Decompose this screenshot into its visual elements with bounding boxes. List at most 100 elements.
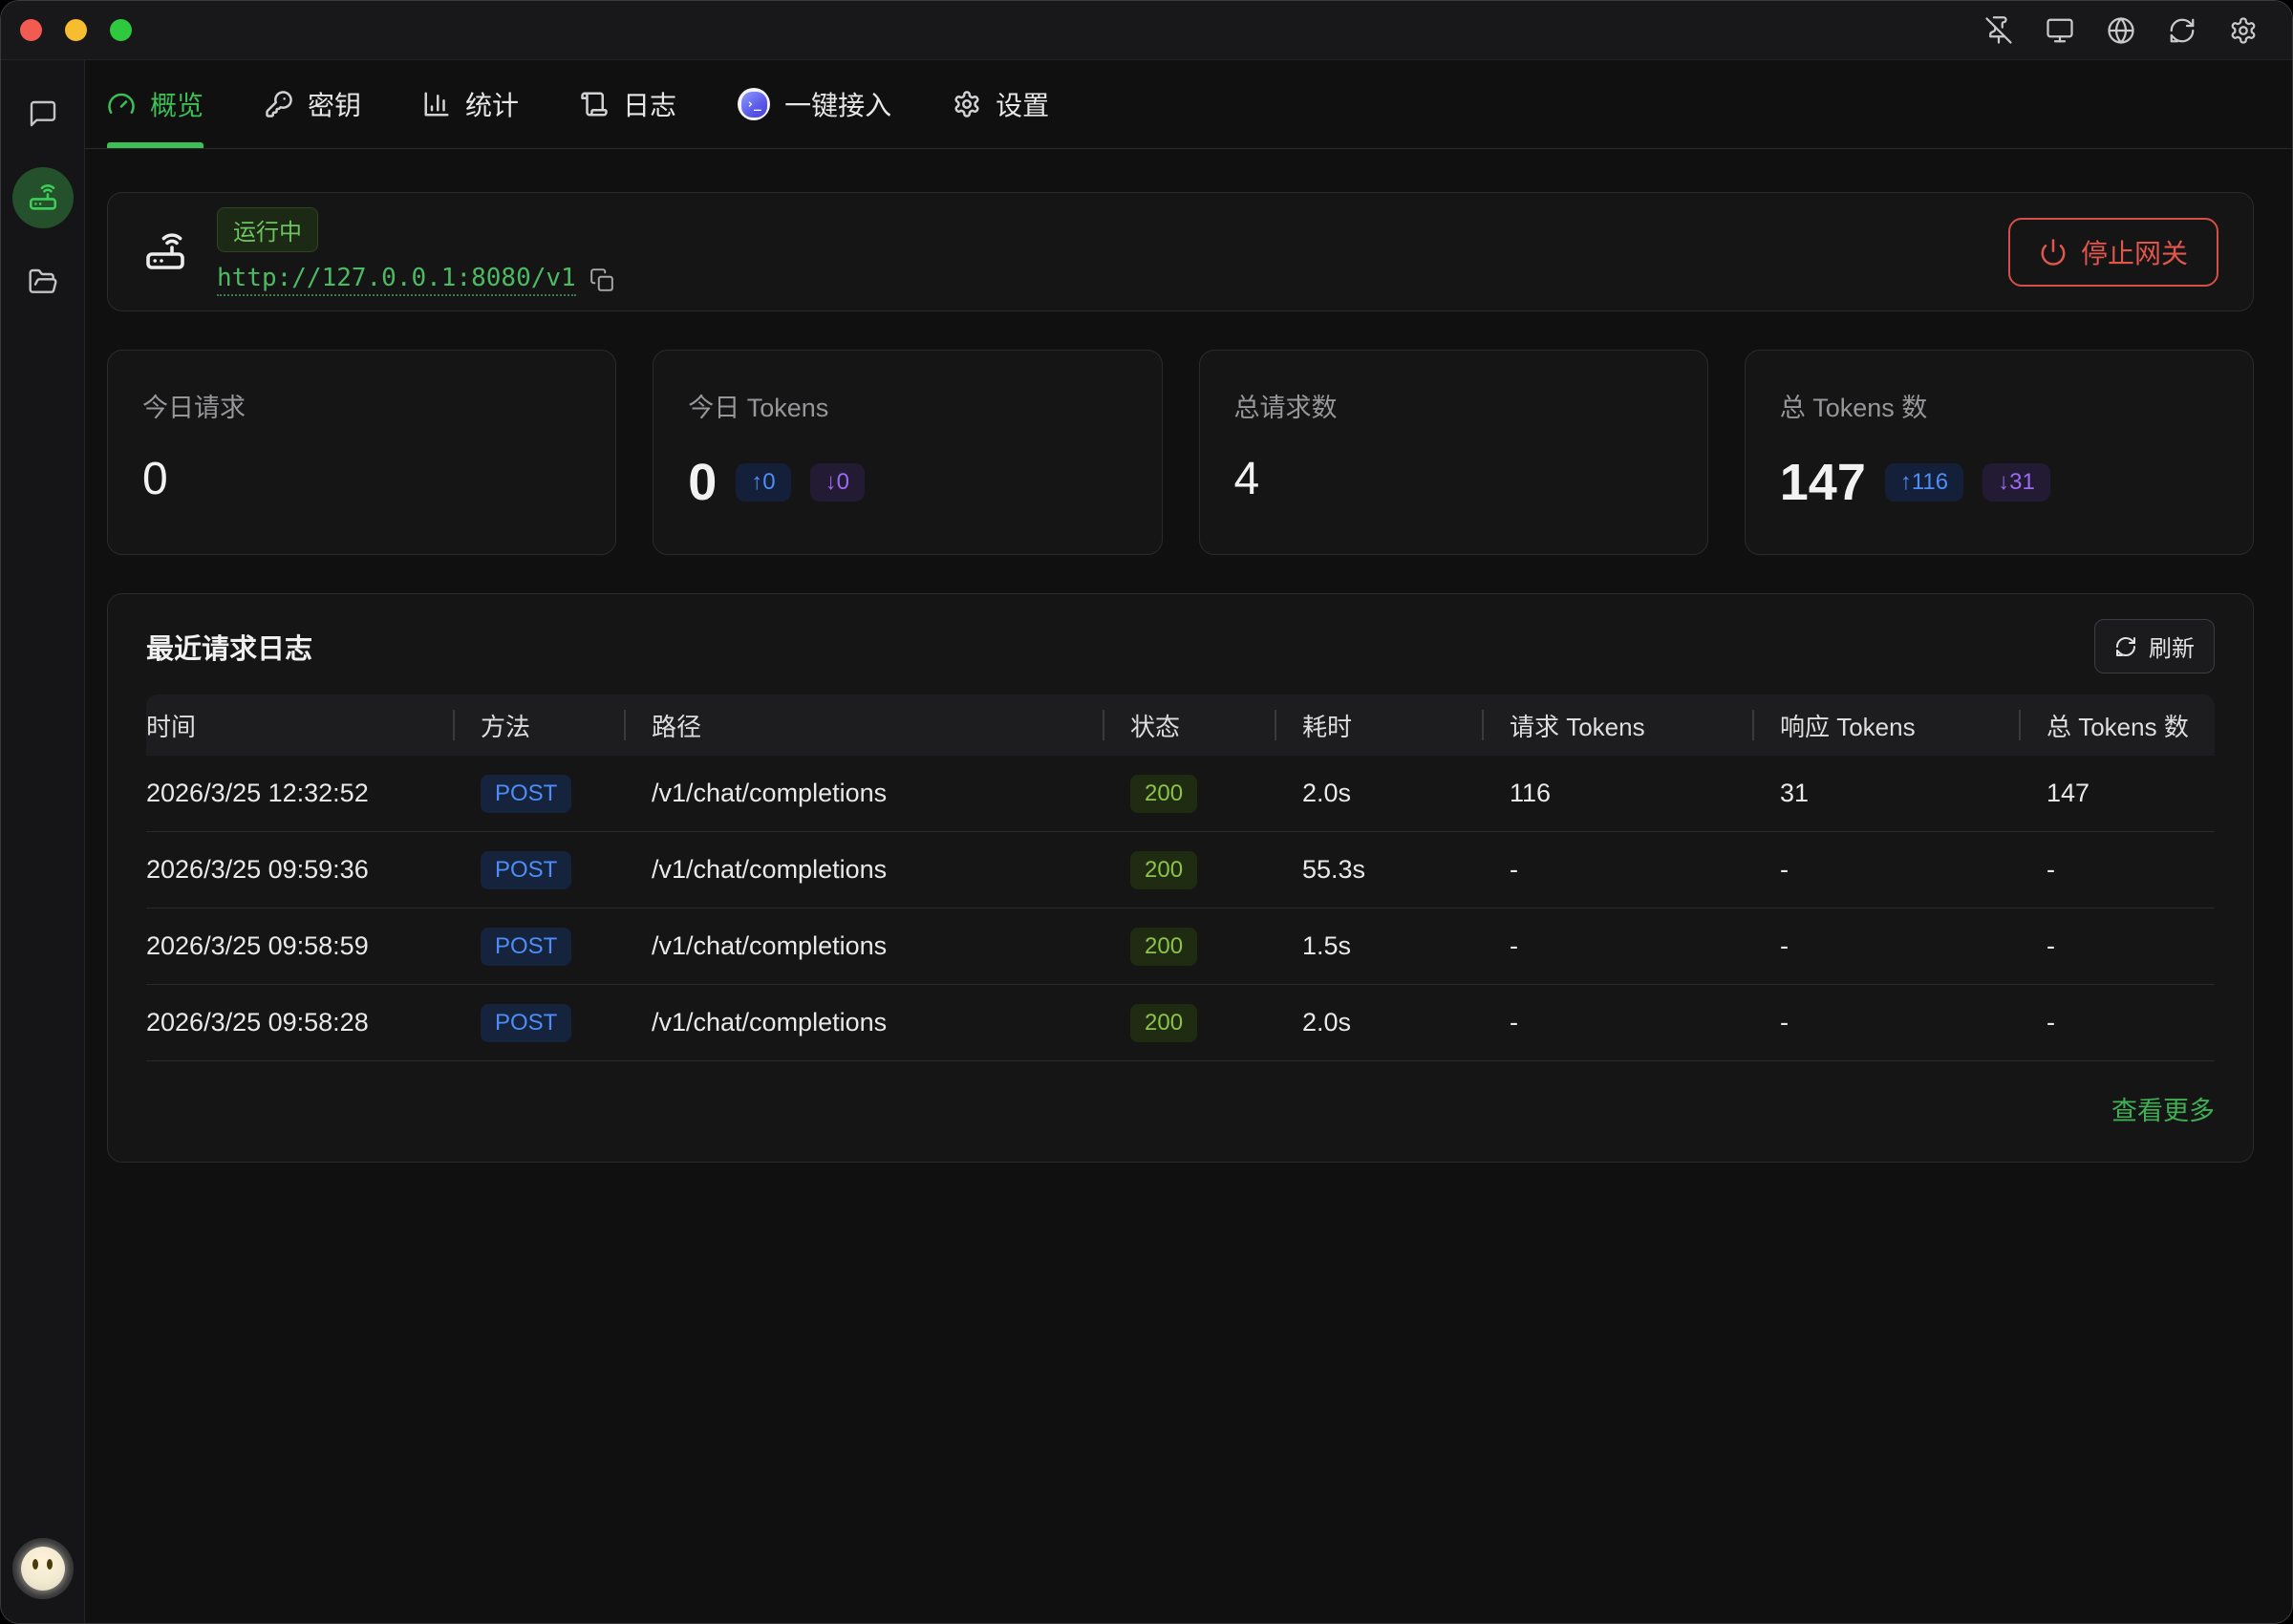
table-row[interactable]: 2026/3/25 12:32:52 POST /v1/chat/complet… xyxy=(146,756,2215,832)
cell-duration: 2.0s xyxy=(1275,1008,1483,1037)
stat-card-today-requests: 今日请求 0 xyxy=(107,350,616,555)
cell-time: 2026/3/25 09:58:28 xyxy=(146,1008,454,1037)
tab-keys-label: 密钥 xyxy=(308,85,361,123)
column-header-request-tokens: 请求 Tokens xyxy=(1483,694,1753,756)
method-badge: POST xyxy=(481,775,571,813)
table-row[interactable]: 2026/3/25 09:58:59 POST /v1/chat/complet… xyxy=(146,908,2215,985)
display-icon[interactable] xyxy=(2046,16,2074,45)
traffic-lights xyxy=(20,19,132,41)
stat-label: 总 Tokens 数 xyxy=(1780,387,2218,424)
cell-response-tokens: - xyxy=(1753,1008,2020,1037)
scroll-icon xyxy=(580,90,609,118)
sidebar xyxy=(1,60,85,1624)
tab-onboard[interactable]: ›_ 一键接入 xyxy=(738,60,891,148)
cell-time: 2026/3/25 09:58:59 xyxy=(146,931,454,961)
status-code-badge: 200 xyxy=(1130,775,1197,813)
stat-card-total-tokens: 总 Tokens 数 147 ↑116 ↓31 xyxy=(1745,350,2254,555)
status-code-badge: 200 xyxy=(1130,1004,1197,1042)
tab-keys[interactable]: 密钥 xyxy=(265,60,361,148)
user-avatar[interactable] xyxy=(12,1538,74,1599)
refresh-icon[interactable] xyxy=(2168,16,2197,45)
tab-overview-label: 概览 xyxy=(150,85,204,123)
column-header-method: 方法 xyxy=(454,694,625,756)
cell-response-tokens: - xyxy=(1753,855,2020,885)
stat-label: 总请求数 xyxy=(1234,387,1673,424)
tokens-down-badge: ↓0 xyxy=(810,463,865,502)
cell-path: /v1/chat/completions xyxy=(625,779,1104,808)
stop-gateway-label: 停止网关 xyxy=(2081,233,2188,271)
column-header-path: 路径 xyxy=(625,694,1104,756)
router-icon xyxy=(142,229,188,275)
pin-off-icon[interactable] xyxy=(1984,16,2013,45)
cell-path: /v1/chat/completions xyxy=(625,1008,1104,1037)
method-badge: POST xyxy=(481,851,571,889)
tokens-up-badge: ↑0 xyxy=(736,463,790,502)
logs-table: 时间 方法 路径 状态 耗时 请求 Tokens 响应 Tokens 总 Tok… xyxy=(146,694,2215,1061)
minimize-window-button[interactable] xyxy=(65,19,87,41)
cell-request-tokens: - xyxy=(1483,1008,1753,1037)
refresh-button[interactable]: 刷新 xyxy=(2094,619,2215,673)
stat-label: 今日请求 xyxy=(142,387,581,424)
cell-time: 2026/3/25 09:59:36 xyxy=(146,855,454,885)
stop-gateway-button[interactable]: 停止网关 xyxy=(2008,218,2218,287)
cell-response-tokens: 31 xyxy=(1753,779,2020,808)
tab-settings[interactable]: 设置 xyxy=(953,60,1049,148)
method-badge: POST xyxy=(481,928,571,966)
gauge-icon xyxy=(107,90,136,118)
method-badge: POST xyxy=(481,1004,571,1042)
view-more-link[interactable]: 查看更多 xyxy=(2111,1090,2215,1127)
table-row[interactable]: 2026/3/25 09:58:28 POST /v1/chat/complet… xyxy=(146,985,2215,1061)
cell-request-tokens: 116 xyxy=(1483,779,1753,808)
tab-onboard-label: 一键接入 xyxy=(784,85,891,123)
folder-open-icon[interactable] xyxy=(28,267,58,297)
stat-card-total-requests: 总请求数 4 xyxy=(1199,350,1708,555)
table-row[interactable]: 2026/3/25 09:59:36 POST /v1/chat/complet… xyxy=(146,832,2215,908)
cell-request-tokens: - xyxy=(1483,855,1753,885)
cell-path: /v1/chat/completions xyxy=(625,931,1104,961)
stat-value: 4 xyxy=(1234,457,1260,502)
status-code-badge: 200 xyxy=(1130,851,1197,889)
tab-bar: 概览 密钥 统计 日志 xyxy=(85,60,2292,149)
cell-duration: 55.3s xyxy=(1275,855,1483,885)
gateway-url-link[interactable]: http://127.0.0.1:8080/v1 xyxy=(217,264,576,296)
logs-title: 最近请求日志 xyxy=(146,627,312,667)
cell-duration: 2.0s xyxy=(1275,779,1483,808)
column-header-total-tokens: 总 Tokens 数 xyxy=(2020,694,2215,756)
stat-label: 今日 Tokens xyxy=(688,387,1126,424)
tab-settings-label: 设置 xyxy=(996,85,1049,123)
column-header-response-tokens: 响应 Tokens xyxy=(1753,694,2020,756)
stats-grid: 今日请求 0 今日 Tokens 0 ↑0 ↓0 xyxy=(107,350,2254,555)
close-window-button[interactable] xyxy=(20,19,42,41)
tokens-down-badge: ↓31 xyxy=(1982,463,2050,502)
cell-request-tokens: - xyxy=(1483,931,1753,961)
cell-total-tokens: 147 xyxy=(2020,779,2215,808)
column-header-status: 状态 xyxy=(1104,694,1275,756)
power-icon xyxy=(2039,238,2068,267)
gear-icon[interactable] xyxy=(2229,16,2258,45)
tab-logs-label: 日志 xyxy=(623,85,676,123)
cell-time: 2026/3/25 12:32:52 xyxy=(146,779,454,808)
sidebar-item-gateway-active[interactable] xyxy=(12,167,74,228)
bar-chart-icon xyxy=(422,90,451,118)
gear-icon xyxy=(953,90,981,118)
cell-response-tokens: - xyxy=(1753,931,2020,961)
tab-logs[interactable]: 日志 xyxy=(580,60,676,148)
zoom-window-button[interactable] xyxy=(110,19,132,41)
app-window: 概览 密钥 统计 日志 xyxy=(0,0,2293,1624)
terminal-logo-icon: ›_ xyxy=(738,88,770,120)
key-icon xyxy=(265,90,293,118)
tab-overview[interactable]: 概览 xyxy=(107,60,204,148)
stat-value: 0 xyxy=(142,457,168,502)
router-icon xyxy=(27,182,59,214)
stat-value: 0 xyxy=(688,457,717,508)
chat-bubble-icon[interactable] xyxy=(28,98,58,129)
status-code-badge: 200 xyxy=(1130,928,1197,966)
cloud-face-avatar xyxy=(21,1547,65,1591)
cell-path: /v1/chat/completions xyxy=(625,855,1104,885)
stat-card-today-tokens: 今日 Tokens 0 ↑0 ↓0 xyxy=(653,350,1162,555)
globe-icon[interactable] xyxy=(2107,16,2135,45)
logs-table-header: 时间 方法 路径 状态 耗时 请求 Tokens 响应 Tokens 总 Tok… xyxy=(146,694,2215,756)
copy-icon[interactable] xyxy=(589,267,614,292)
cell-total-tokens: - xyxy=(2020,855,2215,885)
tab-statistics[interactable]: 统计 xyxy=(422,60,519,148)
